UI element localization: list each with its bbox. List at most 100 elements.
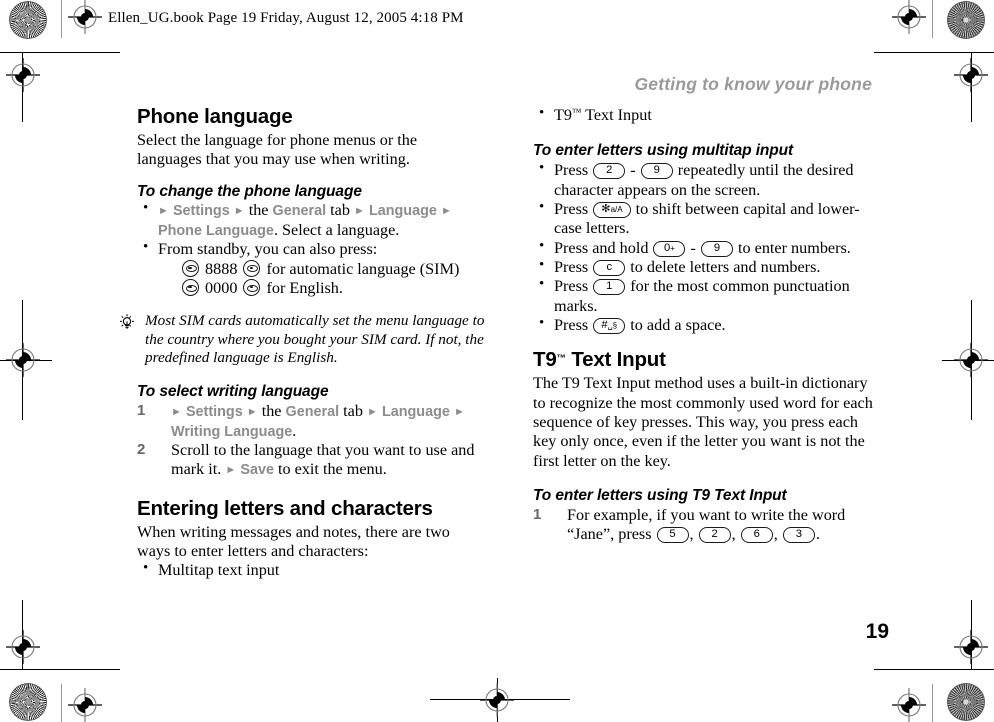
trademark-symbol: ™ (571, 108, 582, 118)
standby-sub-line: 8888 for automatic language (SIM) (158, 259, 485, 279)
phone-key-icon (243, 259, 261, 277)
registration-crosshair-edge (954, 630, 988, 664)
procedure-change-language-list: ► Settings ► the General tab ► Language … (137, 200, 485, 298)
bullet-tail: . Select a language. (273, 220, 400, 239)
page-title: Phone language (137, 105, 293, 128)
phone-key-icon (182, 278, 199, 296)
trim-rule (874, 52, 994, 54)
t9-title-tail: Text Input (571, 348, 666, 372)
english-tail: for English. (266, 278, 343, 297)
press-label: Press (554, 316, 589, 335)
phone-key-0: 0+ (653, 240, 686, 257)
press-label: Press (554, 277, 589, 296)
press-label: Press (554, 257, 589, 276)
list-item: Press c to delete letters and numbers. (533, 257, 881, 277)
trim-rule (61, 684, 62, 722)
press-label: Press (554, 161, 589, 180)
nav-arrow-icon: ► (354, 205, 365, 218)
tip-text: Most SIM cards automatically set the men… (145, 312, 485, 367)
procedure-heading-change-language: To change the phone language (137, 182, 362, 200)
bullet-tail: to add a space. (630, 316, 726, 335)
digits-sim: 8888 (205, 259, 238, 278)
registration-crosshair-top-left (68, 0, 102, 34)
t9-body-paragraph: The T9 Text Input method uses a built-in… (533, 374, 873, 470)
intro-paragraph-secondary: When writing messages and notes, there a… (137, 522, 450, 561)
registration-crosshair-edge (6, 343, 40, 377)
star-key-sublabel: a/A (610, 204, 623, 214)
trim-rule (874, 668, 994, 670)
phone-key-3: 3 (782, 527, 815, 544)
trim-rule (0, 52, 120, 54)
nav-arrow-icon: ► (158, 205, 169, 218)
key-range-dash: - (690, 238, 696, 257)
slugline: Ellen_UG.book Page 19 Friday, August 12,… (108, 10, 464, 26)
nav-keyword-writing-language: Writing Language (171, 423, 293, 440)
registration-crosshair-edge (954, 343, 988, 377)
registration-crosshair-edge (954, 58, 988, 92)
word-tab: tab (330, 201, 350, 220)
procedure-heading-t9: To enter letters using T9 Text Input (533, 487, 787, 505)
nav-keyword-settings: Settings (172, 203, 230, 220)
starburst-mark-bottom-left (9, 683, 47, 721)
phone-key-star: ✻a/A (593, 201, 631, 218)
phone-key-icon (243, 278, 261, 296)
trademark-symbol: ™ (556, 353, 567, 365)
step-text-after: . (815, 525, 820, 544)
nav-keyword-language: Language (381, 404, 450, 421)
procedure-multitap-list: Press 2 - 9 repeatedly until the desired… (533, 160, 881, 335)
phone-key-hash: #␣§ (593, 318, 626, 335)
phone-key-c: c (593, 259, 626, 276)
phone-key-9: 9 (700, 240, 733, 257)
intro-paragraph: Select the language for phone menus or t… (137, 130, 418, 169)
nav-keyword-settings: Settings (185, 404, 243, 421)
word-the: the (261, 402, 282, 421)
input-methods-list-continued: T9™ Text Input (533, 105, 881, 125)
lightbulb-icon (120, 314, 134, 330)
phone-key-icon (182, 259, 199, 277)
nav-keyword-language: Language (368, 203, 437, 220)
star-glyph: ✻ (601, 202, 611, 215)
registration-crosshair-edge (6, 630, 40, 664)
list-item: Press #␣§ to add a space. (533, 315, 881, 335)
zero-key-sublabel: + (670, 243, 675, 253)
right-column: T9™ Text Input To enter letters using mu… (533, 105, 881, 545)
registration-crosshair-top-right (892, 0, 926, 34)
key-range-dash: - (630, 161, 636, 180)
tip-note: Most SIM cards automatically set the men… (113, 312, 485, 367)
registration-crosshair-bottom-left (68, 688, 102, 722)
nav-keyword-general: General (285, 404, 340, 421)
procedure-writing-language-steps: ► Settings ► the General tab ► Language … (137, 402, 485, 479)
standby-text: From standby, you can also press: (158, 240, 378, 259)
nav-arrow-icon: ► (453, 406, 465, 419)
list-item: From standby, you can also press: 8888 f… (137, 239, 485, 298)
list-item: ► Settings ► the General tab ► Language … (137, 402, 485, 441)
list-item: T9™ Text Input (533, 105, 881, 125)
list-item: Press and hold 0+ - 9 to enter numbers. (533, 238, 881, 258)
starburst-mark-top-right (947, 1, 985, 39)
page-title-secondary: Entering letters and characters (137, 496, 433, 520)
trim-rule (932, 0, 933, 38)
trim-rule (61, 0, 62, 38)
press-label: Press (554, 199, 589, 218)
step-text-after: to exit the menu. (278, 460, 387, 479)
nav-keyword-general: General (272, 203, 327, 220)
standby-sub-line: 0000 for English. (158, 278, 485, 298)
page-number: 19 (865, 620, 889, 643)
word-tab: tab (343, 402, 363, 421)
list-item: ► Settings ► the General tab ► Language … (137, 200, 485, 240)
bullet-tail: to enter numbers. (738, 238, 851, 257)
phone-key-2: 2 (593, 163, 626, 180)
trim-rule (0, 668, 120, 670)
procedure-heading-multitap: To enter letters using multitap input (533, 142, 794, 160)
nav-arrow-icon: ► (171, 406, 182, 419)
list-item: Press 2 - 9 repeatedly until the desired… (533, 160, 881, 200)
nav-arrow-icon: ► (367, 406, 378, 419)
section-title-t9: T9™ Text Input (533, 348, 881, 372)
starburst-mark-bottom-right (947, 683, 985, 721)
phone-key-9: 9 (640, 163, 673, 180)
nav-keyword-save: Save (240, 462, 274, 479)
list-item: Scroll to the language that you want to … (137, 441, 485, 480)
nav-keyword-phone-language: Phone Language (158, 222, 274, 239)
phone-key-1: 1 (593, 279, 626, 296)
word-the: the (248, 201, 269, 220)
